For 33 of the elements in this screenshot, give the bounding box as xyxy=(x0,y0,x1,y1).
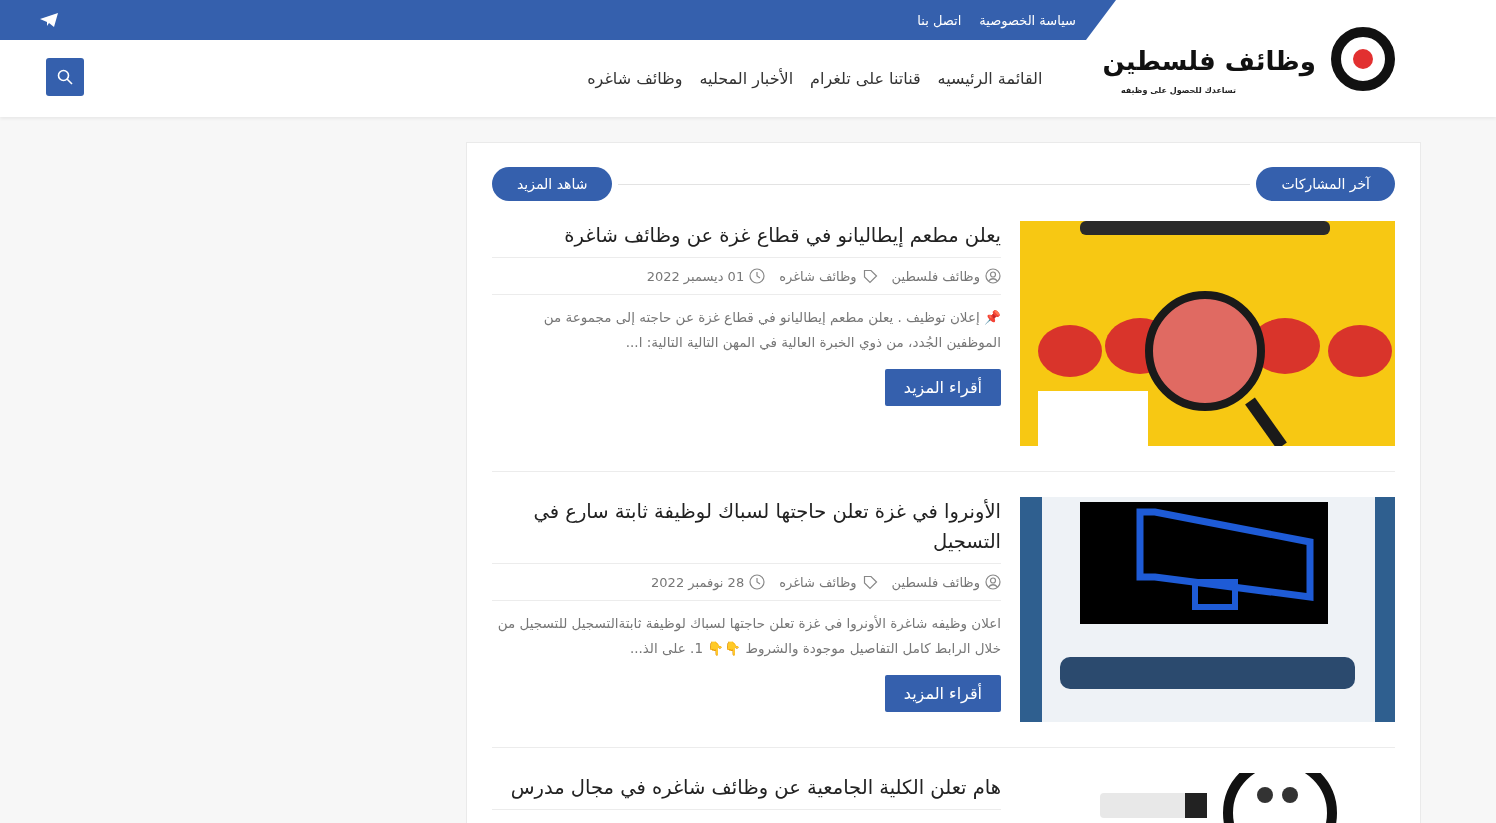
clock-icon xyxy=(749,574,766,590)
clock-icon xyxy=(749,268,766,284)
search-button[interactable] xyxy=(46,57,84,96)
post-date: 28 نوفمبر 2022 xyxy=(651,574,745,590)
post-author[interactable]: وظائف فلسطين xyxy=(891,268,980,284)
user-icon xyxy=(985,574,1001,590)
user-icon xyxy=(985,268,1001,284)
tag-icon xyxy=(861,574,878,590)
nav-link[interactable]: الأخبار المحليه xyxy=(699,69,794,88)
post-title[interactable]: الأونروا في غزة تعلن حاجتها لسباك لوظيفة ثابتة سارع في التسجيل xyxy=(492,497,1001,564)
nav-link[interactable]: وظائف شاغره xyxy=(587,69,683,88)
section-title: آخر المشاركات xyxy=(1256,167,1395,201)
search-icon xyxy=(57,68,73,85)
post-title[interactable]: هام تعلن الكلية الجامعية عن وظائف شاغره في مجال مدرس xyxy=(492,773,1001,810)
read-more-button[interactable]: أقراء المزيد xyxy=(884,369,1001,406)
paper-plane-icon[interactable] xyxy=(40,13,58,27)
tag-icon xyxy=(861,268,878,284)
nav-link[interactable]: القائمة الرئيسيه xyxy=(937,69,1043,88)
post-date: 01 ديسمبر 2022 xyxy=(646,268,745,284)
post-category[interactable]: وظائف شاغره xyxy=(779,268,857,284)
nav-link[interactable]: قناتنا على تلغرام xyxy=(810,69,921,88)
top-link[interactable]: اتصل بنا xyxy=(917,12,962,28)
read-more-button[interactable]: أقراء المزيد xyxy=(884,675,1001,712)
logo-tagline: تساعدك للحصول على وظيفه xyxy=(1121,86,1236,95)
post-title[interactable]: يعلن مطعم إيطاليانو في قطاع غزة عن وظائف شاغرة xyxy=(492,221,1001,258)
see-more-button[interactable]: شاهد المزيد xyxy=(492,167,613,201)
post-excerpt: 📌 إعلان توظيف . يعلن مطعم إيطاليانو في قطاع غزة عن حاجته إلى مجموعة من الموظفين الجُدد، من ذوي الخبرة العالية في المهن التالية التالية: ا... xyxy=(542,308,1001,353)
post-category[interactable]: وظائف شاغره xyxy=(779,574,857,590)
top-link[interactable]: سياسة الخصوصية xyxy=(979,12,1076,28)
logo-icon xyxy=(1330,25,1396,92)
post-author[interactable]: وظائف فلسطين xyxy=(891,574,980,590)
logo-title: وظائف فلسطين xyxy=(1102,46,1316,76)
post-excerpt: اعلان وظيفه شاغرة الأونروا في غزة تعلن حاجتها لسباك لوظيفة ثابتةالتسجيل للتسجيل من خلال الرابط كامل التفاصيل موجودة والشروط 👇👇 1. على الذ... xyxy=(496,614,1001,659)
